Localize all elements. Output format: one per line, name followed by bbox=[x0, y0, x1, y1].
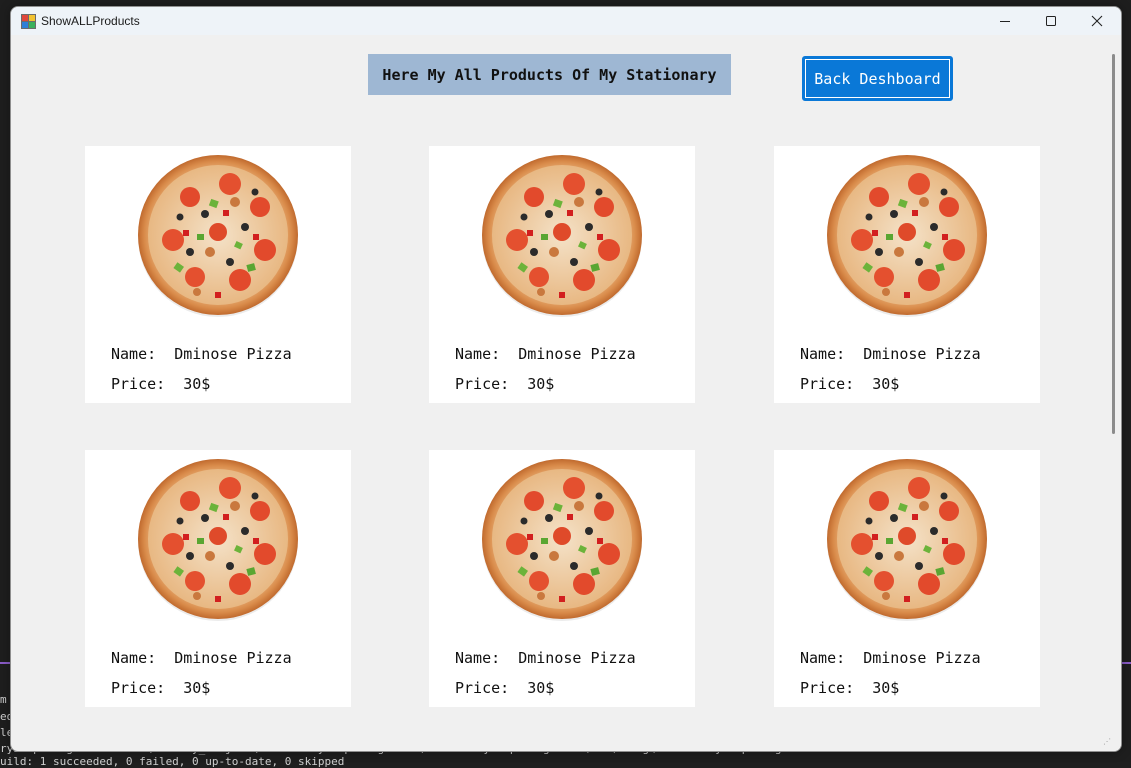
product-price-line: Price: 30$ bbox=[800, 679, 899, 697]
product-name-line: Name: Dminose Pizza bbox=[800, 345, 981, 363]
title-bar[interactable]: ShowALLProducts bbox=[11, 7, 1121, 35]
console-line: uild: 1 succeeded, 0 failed, 0 up-to-dat… bbox=[0, 755, 345, 768]
app-icon bbox=[21, 14, 36, 29]
name-label: Name: bbox=[111, 649, 157, 667]
maximize-icon bbox=[1046, 16, 1056, 26]
product-price-line: Price: 30$ bbox=[111, 679, 210, 697]
product-price-line: Price: 30$ bbox=[455, 679, 554, 697]
console-line: m bbox=[0, 693, 7, 706]
minimize-button[interactable] bbox=[982, 7, 1028, 35]
product-name: Dminose Pizza bbox=[863, 345, 981, 363]
product-card[interactable]: Name: Dminose Pizza Price: 30$ bbox=[85, 146, 351, 403]
product-price-line: Price: 30$ bbox=[455, 375, 554, 393]
close-button[interactable] bbox=[1074, 7, 1120, 35]
product-price: 30$ bbox=[872, 375, 900, 393]
product-card[interactable]: Name: Dminose Pizza Price: 30$ bbox=[85, 450, 351, 707]
product-name: Dminose Pizza bbox=[518, 345, 636, 363]
close-icon bbox=[1091, 15, 1103, 27]
product-name: Dminose Pizza bbox=[174, 345, 292, 363]
product-card[interactable]: Name: Dminose Pizza Price: 30$ bbox=[429, 450, 695, 707]
minimize-icon bbox=[1000, 21, 1010, 22]
products-grid: Name: Dminose Pizza Price: 30$ Name: Dmi… bbox=[11, 35, 1107, 751]
name-label: Name: bbox=[111, 345, 157, 363]
price-label: Price: bbox=[455, 679, 510, 697]
pizza-image bbox=[827, 459, 987, 621]
product-name-line: Name: Dminose Pizza bbox=[455, 649, 636, 667]
pizza-image bbox=[138, 459, 298, 621]
maximize-button[interactable] bbox=[1028, 7, 1074, 35]
product-card[interactable]: Name: Dminose Pizza Price: 30$ bbox=[429, 146, 695, 403]
name-label: Name: bbox=[800, 345, 846, 363]
product-name: Dminose Pizza bbox=[863, 649, 981, 667]
name-label: Name: bbox=[455, 649, 501, 667]
product-name: Dminose Pizza bbox=[174, 649, 292, 667]
product-price: 30$ bbox=[183, 375, 211, 393]
product-name-line: Name: Dminose Pizza bbox=[800, 649, 981, 667]
vertical-scrollbar[interactable] bbox=[1107, 35, 1121, 751]
product-price: 30$ bbox=[527, 375, 555, 393]
pizza-image bbox=[138, 155, 298, 317]
product-name-line: Name: Dminose Pizza bbox=[111, 345, 292, 363]
price-label: Price: bbox=[111, 679, 166, 697]
pizza-image bbox=[482, 459, 642, 621]
pizza-image bbox=[827, 155, 987, 317]
name-label: Name: bbox=[455, 345, 501, 363]
product-price: 30$ bbox=[872, 679, 900, 697]
product-price: 30$ bbox=[183, 679, 211, 697]
product-price-line: Price: 30$ bbox=[111, 375, 210, 393]
price-label: Price: bbox=[800, 375, 855, 393]
pizza-image bbox=[482, 155, 642, 317]
product-name: Dminose Pizza bbox=[518, 649, 636, 667]
product-name-line: Name: Dminose Pizza bbox=[455, 345, 636, 363]
product-name-line: Name: Dminose Pizza bbox=[111, 649, 292, 667]
show-all-products-window: ShowALLProducts Here My All Products Of … bbox=[10, 6, 1122, 752]
window-title: ShowALLProducts bbox=[41, 14, 140, 28]
product-price: 30$ bbox=[527, 679, 555, 697]
name-label: Name: bbox=[800, 649, 846, 667]
price-label: Price: bbox=[800, 679, 855, 697]
scrollbar-thumb[interactable] bbox=[1112, 54, 1115, 434]
resize-grip-icon[interactable]: ⋰ bbox=[1103, 737, 1113, 747]
product-card[interactable]: Name: Dminose Pizza Price: 30$ bbox=[774, 450, 1040, 707]
product-price-line: Price: 30$ bbox=[800, 375, 899, 393]
price-label: Price: bbox=[111, 375, 166, 393]
product-card[interactable]: Name: Dminose Pizza Price: 30$ bbox=[774, 146, 1040, 403]
price-label: Price: bbox=[455, 375, 510, 393]
